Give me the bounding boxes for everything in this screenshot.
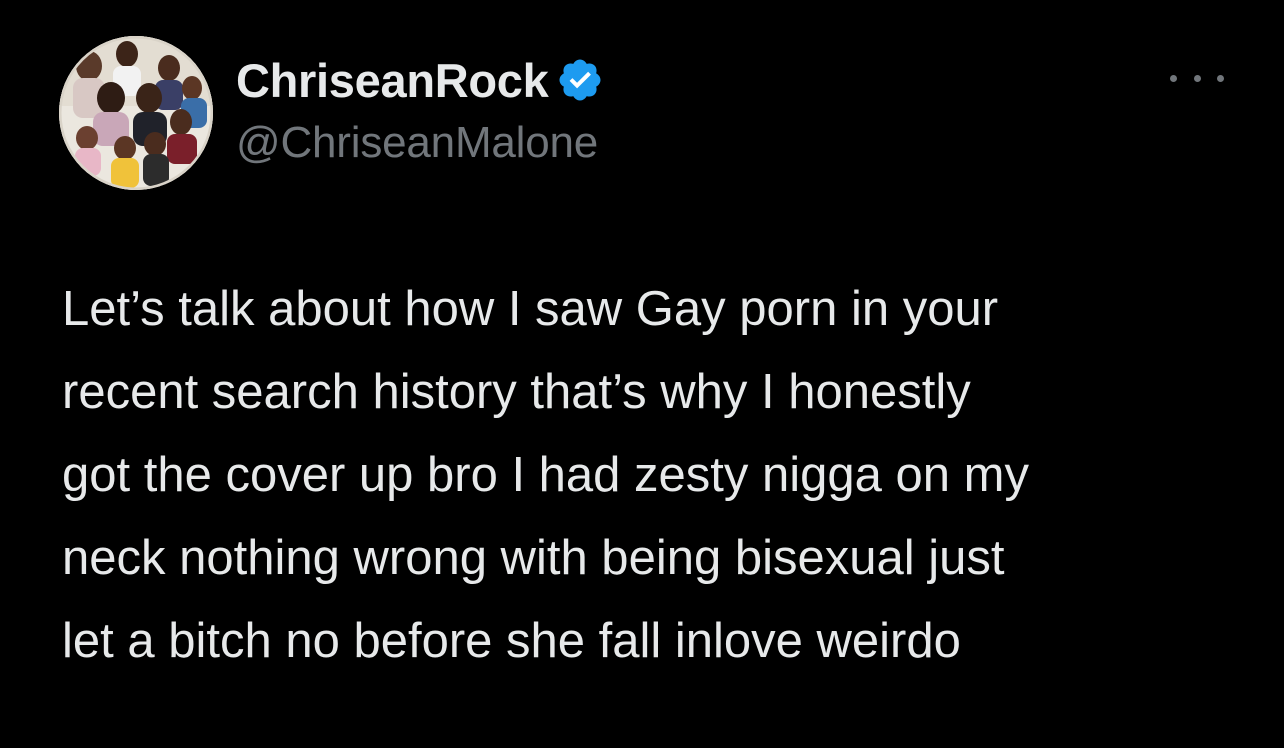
tweet: ChriseanRock @ChriseanMalone Let’s talk …	[0, 0, 1284, 748]
avatar[interactable]	[59, 36, 213, 190]
tweet-text-line: Let’s talk about how I saw Gay porn in y…	[62, 282, 999, 336]
verified-badge-icon	[559, 59, 601, 101]
tweet-text-line: let a bitch no before she fall inlove we…	[62, 614, 961, 668]
more-dot	[1193, 74, 1201, 82]
more-dot	[1170, 74, 1177, 82]
tweet-text: Let’s talk about how I saw Gay porn in y…	[62, 268, 1232, 683]
author-name-row: ChriseanRock	[236, 52, 604, 108]
more-dot	[1217, 74, 1224, 82]
family-photo-avatar-icon	[59, 36, 213, 190]
more-options-icon[interactable]	[1170, 66, 1224, 90]
tweet-text-line: got the cover up bro I had zesty nigga o…	[62, 448, 1029, 502]
tweet-text-line: recent search history that’s why I hones…	[62, 365, 971, 419]
user-handle[interactable]: @ChriseanMalone	[236, 118, 598, 168]
tweet-text-line: neck nothing wrong with being bisexual j…	[62, 531, 1005, 585]
display-name[interactable]: ChriseanRock	[236, 53, 549, 108]
